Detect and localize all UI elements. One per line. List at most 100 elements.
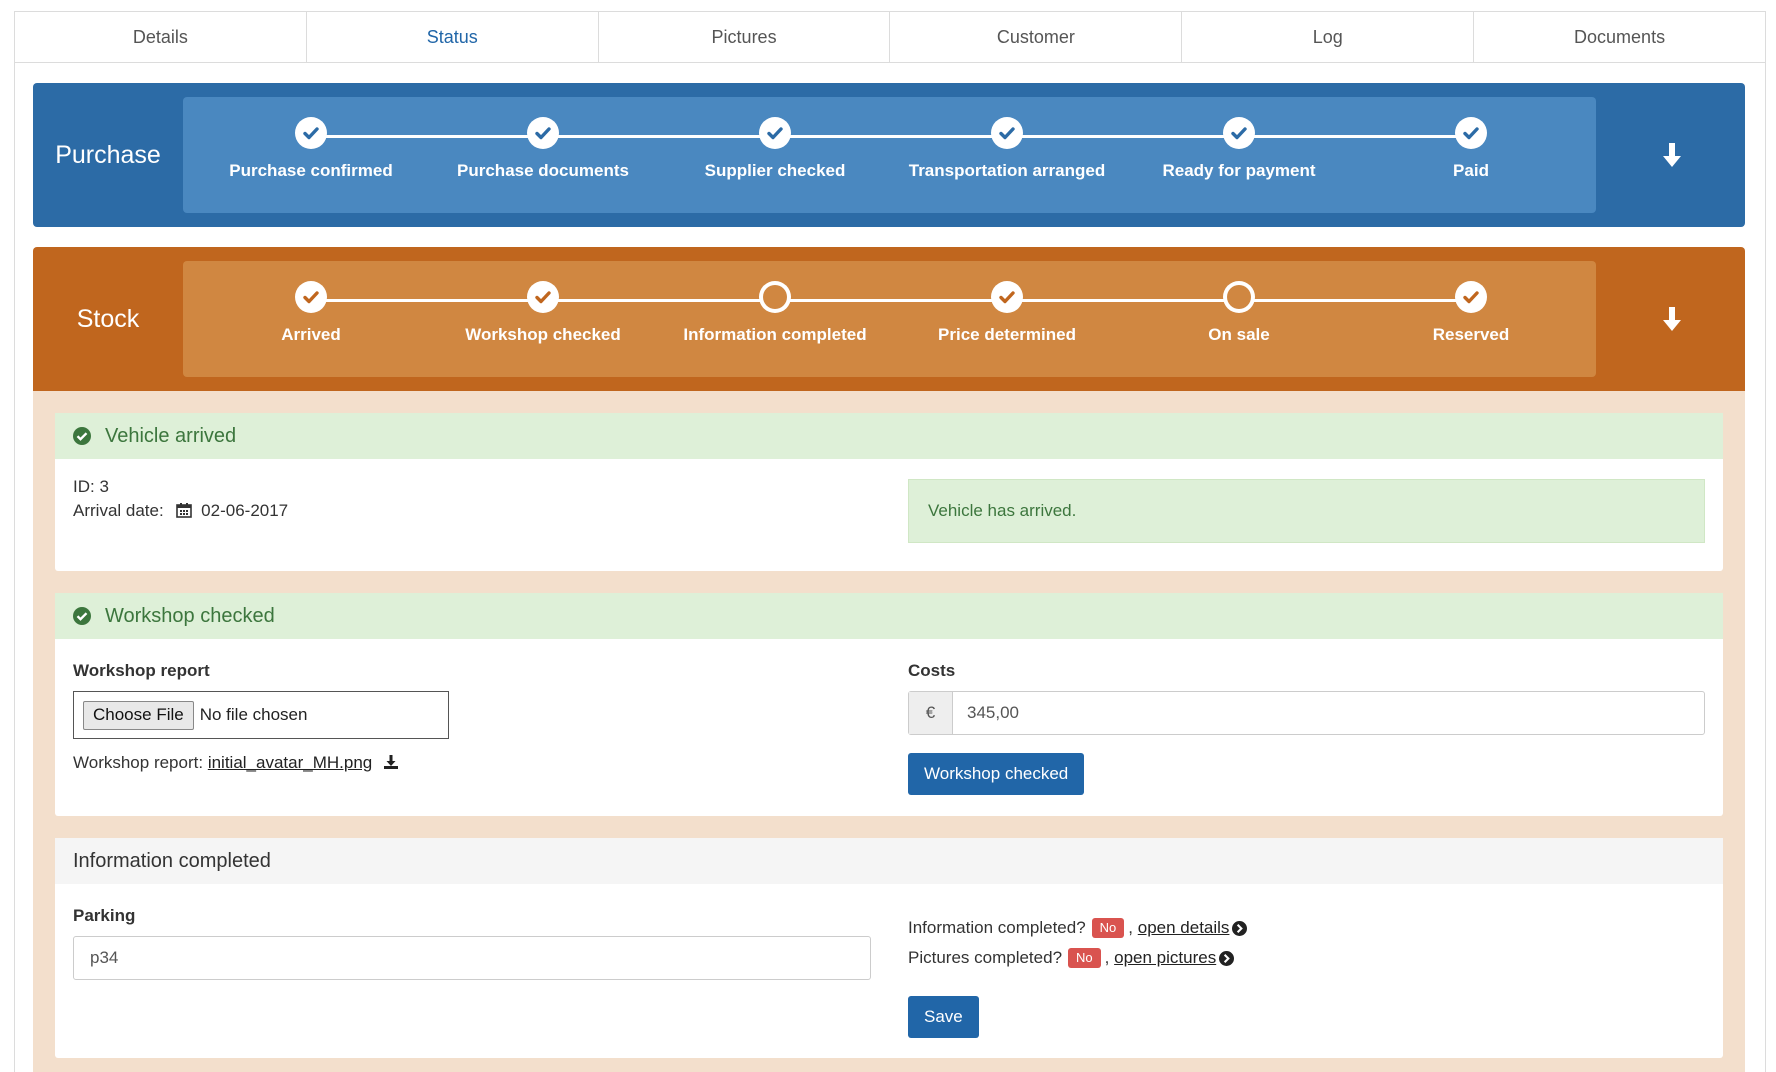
download-icon[interactable] [383, 754, 399, 770]
arrival-date-value: 02-06-2017 [201, 501, 289, 520]
tab-details[interactable]: Details [14, 11, 306, 63]
stock-title: Stock [76, 304, 140, 333]
purchase-step[interactable]: Ready for payment [1123, 117, 1355, 181]
pictures-completed-question: Pictures completed? [908, 948, 1063, 967]
arrow-circle-right-icon[interactable] [1232, 920, 1248, 936]
tab-pictures[interactable]: Pictures [597, 11, 890, 63]
check-circle-icon [759, 117, 791, 149]
purchase-step[interactable]: Transportation arranged [891, 117, 1123, 181]
arrow-circle-right-icon[interactable] [1219, 950, 1235, 966]
arrival-date-line: Arrival date: 02-06-2017 [73, 499, 288, 523]
vehicle-arrived-message: Vehicle has arrived. [908, 479, 1705, 543]
purchase-step[interactable]: Purchase documents [427, 117, 659, 181]
check-circle-icon [527, 117, 559, 149]
empty-circle-icon [1223, 281, 1255, 313]
stock-details: Vehicle arrived ID: 3 Arrival date: 02-0… [33, 391, 1745, 1072]
arrow-down-icon[interactable] [1659, 140, 1685, 170]
stock-step-label: Information completed [683, 325, 867, 344]
vehicle-id: ID: 3 [73, 477, 109, 496]
check-circle-icon [1455, 117, 1487, 149]
tab-bar: Details Status Pictures Customer Log Doc… [14, 11, 1766, 63]
information-completed-panel: Information completed Parking p34 Inform… [55, 838, 1723, 1058]
workshop-button-wrap: Workshop checked [908, 753, 1085, 795]
purchase-step-label: Purchase documents [457, 161, 629, 180]
purchase-step[interactable]: Paid [1355, 117, 1587, 181]
workshop-checked-title: Workshop checked [105, 604, 275, 627]
information-completed-line: Information completed? No , open details [908, 913, 1248, 943]
stock-process: Stock Arrived Workshop checked Information… [33, 247, 1745, 391]
purchase-step-label: Supplier checked [704, 161, 846, 180]
open-pictures-link[interactable]: open pictures [1114, 943, 1216, 973]
costs-input-group[interactable]: € 345,00 [908, 691, 1705, 735]
workshop-report-file-link[interactable]: initial_avatar_MH.png [208, 753, 372, 772]
workshop-report-label: Workshop report [73, 661, 210, 680]
tab-customer[interactable]: Customer [889, 11, 1182, 63]
check-circle-icon [991, 117, 1023, 149]
pictures-status-badge: No [1068, 948, 1101, 968]
tab-status[interactable]: Status [305, 11, 598, 63]
stock-steps: Arrived Workshop checked Information compl… [183, 261, 1596, 377]
check-circle-icon [295, 281, 327, 313]
stock-step[interactable]: Price determined [891, 281, 1123, 345]
save-button[interactable]: Save [908, 996, 979, 1038]
workshop-report-file-input[interactable]: Choose File No file chosen [73, 691, 449, 739]
purchase-process: Purchase Purchase confirmed Purchase docu… [33, 83, 1745, 227]
check-circle-icon [73, 607, 91, 625]
purchase-step-label: Paid [1453, 161, 1489, 180]
stock-step[interactable]: Information completed [659, 281, 891, 345]
workshop-checked-button[interactable]: Workshop checked [908, 753, 1085, 795]
workshop-report-prefix: Workshop report: [73, 753, 204, 772]
workshop-checked-header: Workshop checked [55, 593, 1723, 639]
vehicle-arrived-panel: Vehicle arrived ID: 3 Arrival date: 02-0… [55, 413, 1723, 571]
workshop-report-line: Workshop report: initial_avatar_MH.png [73, 751, 399, 775]
separator: , [1104, 948, 1110, 967]
costs-label: Costs [908, 661, 956, 680]
stock-step[interactable]: Arrived [195, 281, 427, 345]
check-circle-icon [991, 281, 1023, 313]
check-circle-icon [1223, 117, 1255, 149]
parking-input[interactable]: p34 [73, 936, 871, 980]
tab-log[interactable]: Log [1181, 11, 1474, 63]
currency-addon: € [909, 692, 953, 734]
vehicle-arrived-header: Vehicle arrived [55, 413, 1723, 459]
choose-file-button[interactable]: Choose File [83, 700, 194, 730]
calendar-icon [176, 503, 193, 518]
tab-documents[interactable]: Documents [1473, 11, 1766, 63]
stock-step-label: On sale [1208, 325, 1270, 344]
vehicle-meta: ID: 3 Arrival date: 02-06-2017 [73, 475, 288, 523]
purchase-title: Purchase [55, 140, 161, 169]
purchase-step[interactable]: Purchase confirmed [195, 117, 427, 181]
check-circle-icon [73, 427, 91, 445]
check-circle-icon [1455, 281, 1487, 313]
pictures-completed-line: Pictures completed? No , open pictures [908, 943, 1247, 973]
stock-step[interactable]: Workshop checked [427, 281, 659, 345]
purchase-step-label: Transportation arranged [908, 161, 1106, 180]
purchase-steps: Purchase confirmed Purchase documents Supp… [183, 97, 1596, 213]
save-button-wrap: Save [908, 996, 979, 1038]
check-circle-icon [527, 281, 559, 313]
stock-step-label: Price determined [938, 325, 1076, 344]
stock-step[interactable]: On sale [1123, 281, 1355, 345]
open-details-link[interactable]: open details [1138, 913, 1230, 943]
arrival-date-label: Arrival date: [73, 501, 164, 520]
workshop-checked-panel: Workshop checked Workshop report Choose … [55, 593, 1723, 816]
information-completed-header: Information completed [55, 838, 1723, 884]
separator: , [1128, 918, 1134, 937]
completion-status: Information completed? No , open details… [908, 913, 1248, 973]
stock-step[interactable]: Reserved [1355, 281, 1587, 345]
check-circle-icon [295, 117, 327, 149]
vehicle-arrived-title: Vehicle arrived [105, 424, 237, 447]
information-completed-title: Information completed [73, 849, 271, 872]
stock-step-label: Workshop checked [465, 325, 621, 344]
arrow-down-icon[interactable] [1659, 304, 1685, 334]
file-status: No file chosen [199, 705, 308, 724]
costs-input[interactable]: 345,00 [953, 692, 1704, 734]
information-status-badge: No [1091, 918, 1125, 938]
information-completed-question: Information completed? [908, 918, 1086, 937]
purchase-step-label: Ready for payment [1162, 161, 1316, 180]
empty-circle-icon [759, 281, 791, 313]
purchase-step-label: Purchase confirmed [229, 161, 393, 180]
purchase-step[interactable]: Supplier checked [659, 117, 891, 181]
stock-step-label: Arrived [281, 325, 341, 344]
parking-label: Parking [73, 906, 136, 925]
